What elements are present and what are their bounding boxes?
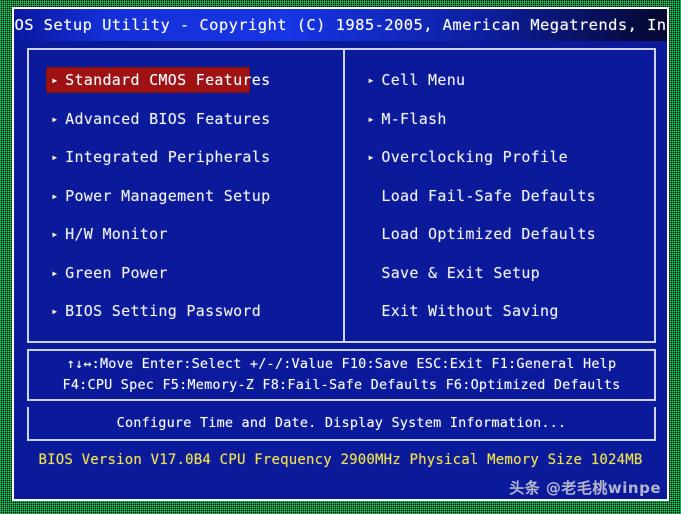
menu-item-m-flash[interactable]: ▸ M-Flash — [363, 107, 639, 131]
version-footer: BIOS Version V17.0B4 CPU Frequency 2900M… — [14, 452, 667, 468]
chevron-right-icon: ▸ — [51, 227, 59, 241]
menu-item-label: Overclocking Profile — [381, 148, 568, 166]
menu-item-label: Advanced BIOS Features — [65, 109, 271, 128]
chevron-right-icon: ▸ — [51, 304, 59, 318]
description-text: Configure Time and Date. Display System … — [116, 415, 567, 431]
menu-item-label: Green Power — [65, 263, 168, 282]
menu-item-green-power[interactable]: ▸ Green Power — [47, 261, 323, 285]
watermark: 头条 @老毛桃winpe — [509, 479, 661, 497]
column-divider — [343, 50, 346, 341]
menu-item-label: H/W Monitor — [65, 225, 168, 243]
menu-item-integrated-peripherals[interactable]: ▸ Integrated Peripherals — [47, 145, 323, 169]
key-help-panel: ↑↓↔:Move Enter:Select +/-/:Value F10:Sav… — [27, 349, 656, 401]
menu-item-label: Load Optimized Defaults — [381, 225, 596, 243]
menu-item-exit-without-saving[interactable]: Exit Without Saving — [363, 299, 639, 323]
menu-item-label: Exit Without Saving — [381, 302, 559, 320]
chevron-right-icon: ▸ — [51, 111, 59, 126]
menu-item-label: Load Fail-Safe Defaults — [381, 186, 596, 205]
title-bar: CMOS Setup Utility - Copyright (C) 1985-… — [14, 9, 667, 41]
page-title: CMOS Setup Utility - Copyright (C) 1985-… — [14, 16, 667, 34]
menu-item-label: Cell Menu — [381, 71, 466, 89]
menu-item-label: Save & Exit Setup — [381, 263, 540, 282]
chevron-right-icon: ▸ — [367, 73, 375, 87]
menu-panel: ▸ Standard CMOS Features ▸ Advanced BIOS… — [27, 48, 656, 343]
chevron-right-icon: ▸ — [51, 73, 59, 87]
menu-item-label: Power Management Setup — [65, 186, 271, 205]
menu-column-right: ▸ Cell Menu ▸ M-Flash ▸ Overclocking Pro… — [363, 68, 657, 338]
menu-column-left: ▸ Standard CMOS Features ▸ Advanced BIOS… — [47, 68, 341, 338]
menu-item-overclocking-profile[interactable]: ▸ Overclocking Profile — [363, 145, 639, 169]
menu-item-label: Integrated Peripherals — [65, 148, 271, 166]
menu-item-label: Standard CMOS Features — [65, 71, 271, 89]
menu-item-label: M-Flash — [381, 109, 447, 128]
menu-item-load-fail-safe-defaults[interactable]: Load Fail-Safe Defaults — [363, 184, 639, 208]
menu-item-cell-menu[interactable]: ▸ Cell Menu — [363, 68, 639, 92]
chevron-right-icon: ▸ — [51, 188, 59, 203]
description-panel: Configure Time and Date. Display System … — [27, 407, 656, 441]
menu-item-power-management-setup[interactable]: ▸ Power Management Setup — [47, 184, 323, 208]
chevron-right-icon: ▸ — [51, 150, 59, 164]
screen-frame: CMOS Setup Utility - Copyright (C) 1985-… — [12, 7, 669, 501]
chevron-right-icon: ▸ — [367, 111, 375, 126]
menu-item-bios-setting-password[interactable]: ▸ BIOS Setting Password — [47, 299, 323, 323]
bios-screen: CMOS Setup Utility - Copyright (C) 1985-… — [0, 0, 681, 514]
menu-item-load-optimized-defaults[interactable]: Load Optimized Defaults — [363, 222, 639, 246]
chevron-right-icon: ▸ — [367, 150, 375, 164]
key-help-line-1: ↑↓↔:Move Enter:Select +/-/:Value F10:Sav… — [66, 356, 617, 372]
menu-item-save-and-exit-setup[interactable]: Save & Exit Setup — [363, 261, 639, 285]
menu-item-label: BIOS Setting Password — [65, 302, 262, 320]
menu-item-standard-cmos-features[interactable]: ▸ Standard CMOS Features — [47, 68, 270, 92]
bios-setup-utility: CMOS Setup Utility - Copyright (C) 1985-… — [14, 9, 667, 499]
menu-item-hw-monitor[interactable]: ▸ H/W Monitor — [47, 222, 323, 246]
chevron-right-icon: ▸ — [51, 265, 59, 280]
key-help-line-2: F4:CPU Spec F5:Memory-Z F8:Fail-Safe Def… — [62, 377, 621, 393]
version-text: BIOS Version V17.0B4 CPU Frequency 2900M… — [38, 452, 643, 468]
menu-item-advanced-bios-features[interactable]: ▸ Advanced BIOS Features — [47, 107, 323, 131]
